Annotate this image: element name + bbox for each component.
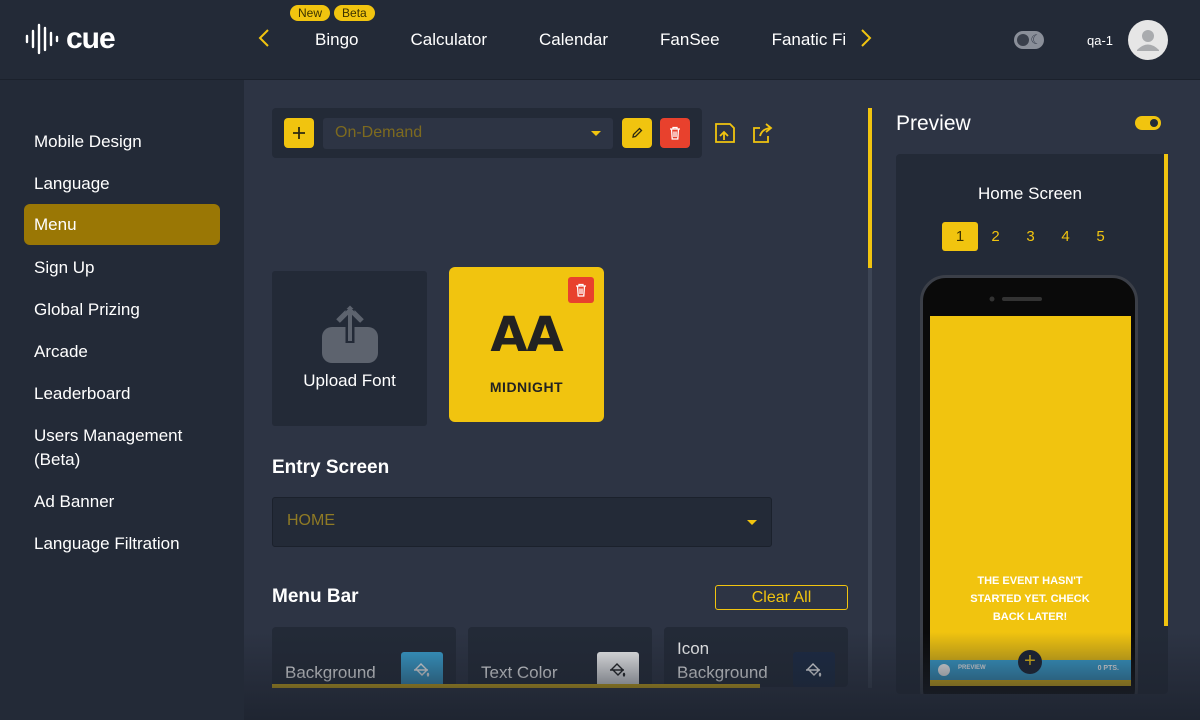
icon-background-color-card: Icon Background: [664, 627, 848, 687]
sidebar: Mobile Design Language Menu Sign Up Glob…: [0, 80, 244, 720]
share-icon[interactable]: [750, 120, 776, 146]
main-content: On-Demand Upload Font AA MIDNIGHT Entry …: [244, 80, 1200, 720]
font-name: MIDNIGHT: [489, 379, 564, 395]
tab-bingo[interactable]: New Beta Bingo: [290, 5, 375, 50]
avatar[interactable]: [1128, 20, 1168, 60]
user-icon: [1137, 30, 1159, 51]
theme-toggle[interactable]: ☾: [1014, 31, 1044, 49]
plus-icon[interactable]: +: [1018, 650, 1042, 674]
text-color-card: Text Color: [468, 627, 652, 687]
soundwave-icon: [25, 23, 59, 55]
delete-font-button[interactable]: [568, 277, 594, 303]
text-color-swatch[interactable]: [597, 652, 639, 687]
page-button-2[interactable]: 2: [978, 222, 1013, 251]
tab-label: Bingo: [315, 30, 359, 49]
upload-font-card[interactable]: Upload Font: [272, 271, 427, 426]
event-message: The Event hasn't started yet. Check back…: [970, 575, 1090, 623]
sidebar-item-leaderboard[interactable]: Leaderboard: [24, 382, 220, 406]
bar-preview-label: Preview: [958, 665, 986, 671]
entry-screen-select[interactable]: HOME: [272, 497, 772, 547]
preview-scrollbar[interactable]: [1164, 154, 1168, 626]
phone-speaker: [989, 296, 1042, 302]
sidebar-item-language-filtration[interactable]: Language Filtration: [24, 532, 220, 556]
sidebar-item-ad-banner[interactable]: Ad Banner: [24, 490, 220, 514]
preview-panel: Home Screen 1 2 3 4 5 The Event hasn't s…: [896, 154, 1168, 694]
edit-button[interactable]: [622, 118, 652, 148]
phone-mockup: The Event hasn't started yet. Check back…: [920, 275, 1138, 694]
logo-text: cue: [66, 22, 116, 55]
background-color-card: Background: [272, 627, 456, 687]
new-badge: New: [290, 5, 331, 21]
phone-screen: The Event hasn't started yet. Check back…: [930, 316, 1131, 686]
tab-calculator[interactable]: Calculator: [410, 30, 487, 50]
entry-screen-title: Entry Screen: [272, 457, 390, 478]
upload-icon: [322, 305, 378, 363]
add-button[interactable]: [284, 118, 314, 148]
page-button-3[interactable]: 3: [1013, 222, 1048, 251]
delete-button[interactable]: [660, 118, 690, 148]
paint-bucket-icon: [610, 662, 626, 677]
font-card[interactable]: AA MIDNIGHT: [449, 267, 604, 422]
vertical-scrollbar-thumb[interactable]: [868, 108, 872, 268]
color-label: Background: [285, 663, 376, 682]
chevron-down-icon: [747, 520, 757, 525]
phone-menu-bar: Preview + 0 pts.: [930, 650, 1131, 680]
sidebar-item-sign-up[interactable]: Sign Up: [24, 256, 220, 280]
horizontal-scrollbar[interactable]: [272, 684, 760, 688]
profile-dot-icon: [938, 664, 950, 676]
color-label: Icon Background: [677, 639, 768, 682]
sidebar-item-mobile-design[interactable]: Mobile Design: [24, 130, 220, 154]
tab-fanatic[interactable]: Fanatic Fi: [772, 30, 845, 50]
tab-calendar[interactable]: Calendar: [539, 30, 608, 50]
menu-bar-title: Menu Bar: [272, 586, 359, 607]
page-button-5[interactable]: 5: [1083, 222, 1118, 251]
entry-screen-value: HOME: [287, 512, 335, 529]
mode-select[interactable]: On-Demand: [323, 118, 613, 149]
color-label: Text Color: [481, 663, 558, 682]
points-label: 0 pts.: [1097, 665, 1119, 672]
paint-bucket-icon: [806, 662, 822, 677]
toggle-knob: [1150, 119, 1158, 127]
clear-all-button[interactable]: Clear All: [715, 585, 848, 610]
sidebar-item-language[interactable]: Language: [24, 172, 220, 196]
moon-icon: ☾: [1030, 32, 1042, 47]
background-color-swatch[interactable]: [401, 652, 443, 687]
pencil-icon: [632, 127, 643, 138]
beta-badge: Beta: [334, 5, 375, 21]
mode-select-value: On-Demand: [335, 124, 423, 141]
paint-bucket-icon: [414, 662, 430, 677]
app-tabs: New Beta Bingo Calculator Calendar FanSe…: [290, 0, 845, 80]
preview-screen-name: Home Screen: [978, 184, 1082, 203]
username: qa-1: [1087, 33, 1114, 48]
trash-icon: [576, 283, 586, 297]
cue-logo[interactable]: cue: [24, 22, 116, 56]
trash-icon: [670, 126, 680, 140]
sidebar-item-menu[interactable]: Menu: [24, 204, 220, 245]
font-preview: AA: [490, 307, 563, 363]
sidebar-item-arcade[interactable]: Arcade: [24, 340, 220, 364]
sidebar-item-users-management[interactable]: Users Management (Beta): [24, 424, 204, 472]
page-button-4[interactable]: 4: [1048, 222, 1083, 251]
menu-toolbar: On-Demand: [272, 108, 702, 158]
sidebar-item-global-prizing[interactable]: Global Prizing: [24, 298, 220, 322]
upload-font-label: Upload Font: [303, 371, 396, 390]
tab-badges: New Beta: [290, 5, 375, 21]
plus-icon: [293, 127, 305, 139]
icon-background-color-swatch[interactable]: [793, 652, 835, 687]
tab-fansee[interactable]: FanSee: [660, 30, 720, 50]
save-icon[interactable]: [712, 120, 738, 146]
toggle-knob: [1017, 34, 1029, 46]
chevron-down-icon: [591, 131, 601, 136]
top-bar: cue New Beta Bingo Calculator Calendar F…: [0, 0, 1200, 80]
chevron-right-icon[interactable]: [860, 28, 872, 54]
page-button-1[interactable]: 1: [942, 222, 978, 251]
preview-toggle[interactable]: [1135, 116, 1161, 130]
chevron-left-icon[interactable]: [258, 28, 270, 54]
preview-pager: 1 2 3 4 5: [942, 222, 1118, 251]
preview-title: Preview: [896, 112, 971, 135]
